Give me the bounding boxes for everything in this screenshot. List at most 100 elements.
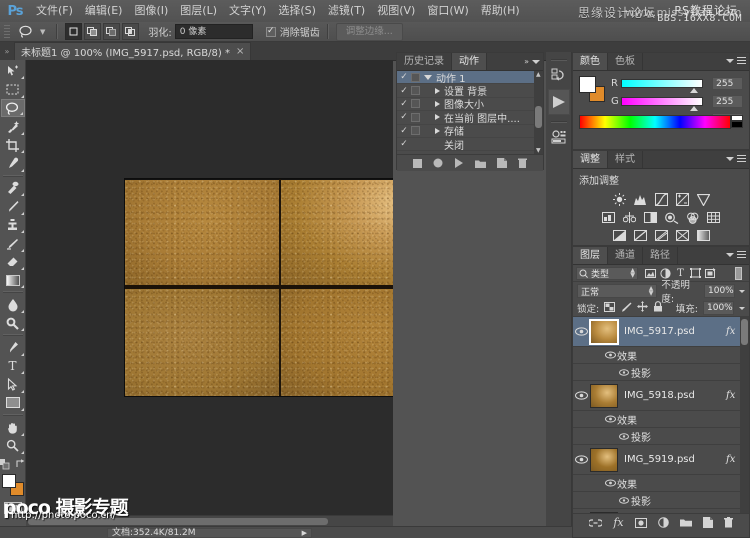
panel-menu-lines-icon[interactable]	[737, 155, 746, 163]
new-set-icon[interactable]	[475, 159, 486, 168]
play-icon[interactable]	[454, 158, 464, 168]
options-bar-grip[interactable]	[4, 25, 10, 39]
eye-icon[interactable]	[573, 455, 590, 464]
fill-chevron-down-icon[interactable]	[739, 307, 745, 310]
layers-scrollbar[interactable]	[740, 317, 749, 513]
chevron-right-icon[interactable]	[435, 88, 440, 94]
add-to-selection-button[interactable]	[84, 23, 101, 40]
layer-effects-row[interactable]: 效果	[573, 347, 749, 364]
close-icon[interactable]: ×	[236, 46, 244, 57]
panel-menu-icon[interactable]	[726, 157, 734, 161]
panel-menu-icon[interactable]	[532, 60, 540, 64]
tabbar-grip-icon[interactable]: »	[0, 42, 14, 60]
layer-filter-select[interactable]: 类型 ▲▼	[576, 267, 638, 280]
tab-layers[interactable]: 图层	[573, 247, 608, 264]
quick-selection-tool[interactable]	[1, 117, 25, 135]
blend-mode-select[interactable]: 正常 ▲▼	[577, 284, 657, 298]
hand-tool[interactable]	[1, 418, 25, 436]
menu-view[interactable]: 视图(V)	[371, 0, 421, 22]
chevron-right-icon[interactable]	[435, 114, 440, 120]
antialias-group[interactable]: ✓ 消除锯齿	[266, 24, 320, 39]
scrollbar-thumb[interactable]	[535, 106, 542, 128]
color-slider[interactable]	[621, 79, 703, 88]
layer-effects-row[interactable]: 效果	[573, 475, 749, 492]
history-brush-tool[interactable]	[1, 234, 25, 252]
tool-preset-chevron-icon[interactable]: ▼	[40, 28, 45, 36]
color-lookup-icon[interactable]	[696, 229, 710, 242]
refine-edge-button[interactable]: 调整边缘...	[336, 23, 403, 41]
delete-layer-icon[interactable]	[724, 517, 733, 528]
rectangular-marquee-tool[interactable]	[1, 80, 25, 98]
lock-transparent-icon[interactable]	[604, 302, 615, 315]
menu-type[interactable]: 文字(Y)	[223, 0, 272, 22]
vibrance-icon[interactable]	[696, 193, 710, 206]
channel-mixer-icon[interactable]	[686, 211, 700, 224]
rectangle-tool[interactable]	[1, 394, 25, 412]
tab-paths[interactable]: 路径	[643, 247, 678, 264]
eye-icon[interactable]	[603, 479, 617, 487]
eye-icon[interactable]	[617, 433, 631, 440]
dodge-tool[interactable]	[1, 314, 25, 332]
action-check-icon[interactable]: ✓	[397, 72, 411, 82]
tab-history[interactable]: 历史记录	[397, 53, 452, 70]
chevron-down-icon[interactable]	[424, 75, 432, 80]
panel-menu-lines-icon[interactable]	[737, 251, 746, 259]
new-layer-icon[interactable]	[703, 517, 713, 528]
layer-mask-icon[interactable]	[635, 518, 647, 528]
brush-tool[interactable]	[1, 197, 25, 215]
play-actions-icon[interactable]	[548, 89, 570, 115]
color-channel-value[interactable]: 255	[712, 95, 743, 108]
hue-saturation-icon[interactable]	[602, 211, 616, 224]
eyedropper-tool[interactable]	[1, 154, 25, 172]
action-close[interactable]: ✓关闭	[397, 138, 543, 151]
layer-thumbnail[interactable]	[590, 512, 618, 514]
exposure-icon[interactable]	[675, 193, 689, 206]
layer-row[interactable]: IMG_5920.psdfx▲	[573, 509, 749, 513]
collapse-icon[interactable]: »	[524, 57, 529, 66]
canvas-area[interactable]	[26, 60, 393, 515]
eye-icon[interactable]	[603, 415, 617, 423]
opacity-input[interactable]: 100%	[704, 284, 735, 298]
link-layers-icon[interactable]	[589, 519, 602, 527]
layers-list[interactable]: IMG_5917.psdfx▲效果投影IMG_5918.psdfx▲效果投影IM…	[573, 317, 749, 513]
scroll-down-icon[interactable]: ▼	[536, 147, 541, 154]
artboard[interactable]	[125, 179, 393, 396]
panel-menu-lines-icon[interactable]	[737, 57, 746, 65]
color-panel-swatches[interactable]	[579, 76, 605, 102]
menu-filter[interactable]: 滤镜(T)	[322, 0, 371, 22]
quick-mask-icon[interactable]	[2, 500, 24, 515]
color-foreground-swatch[interactable]	[579, 76, 596, 93]
curves-icon[interactable]	[654, 193, 668, 206]
pixel-filter-icon[interactable]	[643, 267, 658, 280]
blur-tool[interactable]	[1, 295, 25, 313]
feather-input[interactable]: 0 像素	[175, 24, 253, 39]
menu-image[interactable]: 图像(I)	[128, 0, 174, 22]
eye-icon[interactable]	[603, 351, 617, 359]
layer-name[interactable]: IMG_5919.psd	[624, 454, 726, 465]
color-slider[interactable]	[621, 97, 703, 106]
menu-layer[interactable]: 图层(L)	[174, 0, 223, 22]
subtract-from-selection-button[interactable]	[103, 23, 120, 40]
layer-thumbnail[interactable]	[590, 448, 618, 472]
black-swatch[interactable]	[731, 121, 743, 128]
intersect-selection-button[interactable]	[122, 23, 139, 40]
scrollbar-thumb[interactable]	[741, 319, 748, 345]
status-doc-size[interactable]: 文档:352.4K/81.2M ▶	[107, 528, 312, 538]
lock-image-icon[interactable]	[620, 302, 632, 315]
levels-icon[interactable]	[633, 193, 647, 206]
black-white-icon[interactable]	[644, 211, 658, 224]
lock-position-icon[interactable]	[637, 301, 648, 315]
layer-row[interactable]: IMG_5919.psdfx▲	[573, 445, 749, 475]
layer-name[interactable]: IMG_5918.psd	[624, 390, 726, 401]
actions-list[interactable]: ✓动作 1✓设置 背景✓图像大小✓在当前 图层中....✓存储✓关闭▲▼	[397, 71, 543, 154]
clone-stamp-tool[interactable]	[1, 216, 25, 234]
action-save[interactable]: ✓存储	[397, 125, 543, 138]
chevron-right-icon[interactable]	[435, 101, 440, 107]
default-colors-icon[interactable]	[0, 459, 10, 470]
filter-toggle-icon[interactable]	[731, 267, 746, 280]
path-selection-tool[interactable]	[1, 375, 25, 393]
menu-file[interactable]: 文件(F)	[30, 0, 79, 22]
status-expand-arrow-icon[interactable]: ▶	[302, 528, 307, 538]
action-dialog-toggle[interactable]	[411, 86, 420, 95]
selective-color-icon[interactable]	[675, 229, 689, 242]
